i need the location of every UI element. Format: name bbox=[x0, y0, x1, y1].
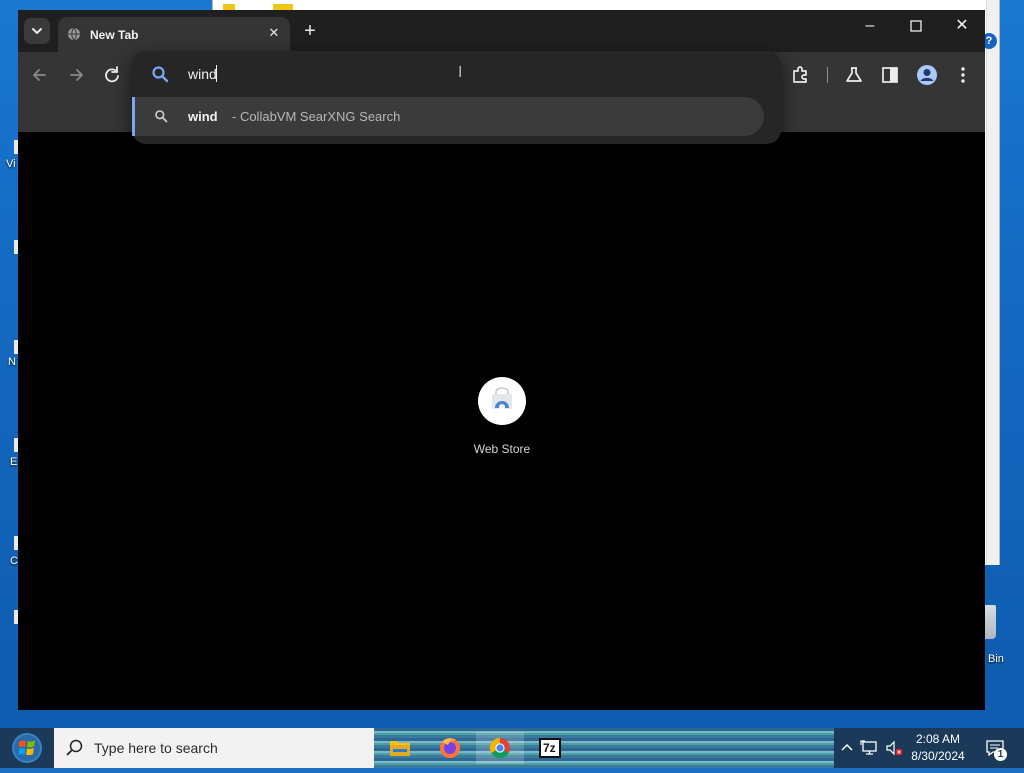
search-icon bbox=[66, 739, 83, 756]
puzzle-icon bbox=[793, 66, 807, 83]
arrow-right-icon bbox=[70, 69, 83, 81]
omnibox-suggestion[interactable]: wind - CollabVM SearXNG Search bbox=[132, 97, 764, 136]
web-store-icon bbox=[492, 387, 512, 410]
labs-button[interactable] bbox=[843, 64, 865, 86]
extensions-button[interactable] bbox=[790, 64, 812, 86]
reload-button[interactable] bbox=[101, 64, 123, 86]
selection-indicator bbox=[132, 97, 135, 136]
search-placeholder: Type here to search bbox=[94, 740, 218, 756]
tab-title: New Tab bbox=[90, 28, 139, 42]
back-button[interactable] bbox=[29, 64, 51, 86]
kebab-menu-icon bbox=[961, 67, 965, 83]
notification-count-badge: 1 bbox=[994, 748, 1007, 761]
recycle-bin-label: Bin bbox=[988, 653, 1004, 665]
shortcut-label: Web Store bbox=[473, 442, 531, 456]
desktop-icon-label: C bbox=[10, 555, 18, 567]
tab-new-tab[interactable]: New Tab ✕ bbox=[58, 17, 290, 52]
forward-button[interactable] bbox=[65, 64, 87, 86]
globe-icon bbox=[68, 27, 80, 41]
desktop-icon-label: E bbox=[10, 456, 18, 468]
search-icon bbox=[152, 66, 169, 83]
7zip-button[interactable]: 7z bbox=[526, 732, 574, 764]
folder-icon bbox=[390, 741, 410, 756]
address-bar-input[interactable] bbox=[188, 63, 588, 85]
search-icon bbox=[155, 110, 168, 123]
taskbar-apps: 7z bbox=[374, 728, 834, 768]
network-icon bbox=[860, 740, 877, 755]
tab-close-icon[interactable]: ✕ bbox=[266, 25, 282, 41]
show-hidden-icons-button[interactable] bbox=[838, 738, 856, 758]
chrome-button[interactable] bbox=[476, 732, 524, 764]
suggestion-engine: - CollabVM SearXNG Search bbox=[232, 109, 401, 124]
tab-search-button[interactable] bbox=[24, 18, 50, 44]
chevron-up-icon bbox=[841, 743, 853, 751]
taskbar: Type here to search 7z 1 2:08 AM 8/30/20… bbox=[0, 728, 1024, 768]
reload-icon bbox=[105, 66, 119, 83]
maximize-icon bbox=[910, 20, 922, 32]
i-beam-cursor-icon: I bbox=[458, 64, 463, 81]
arrow-left-icon bbox=[33, 69, 46, 81]
firefox-button[interactable] bbox=[426, 732, 474, 764]
profile-button[interactable] bbox=[916, 64, 938, 86]
7zip-label: 7z bbox=[543, 741, 556, 755]
new-tab-button[interactable]: + bbox=[300, 21, 320, 41]
side-panel-button[interactable] bbox=[879, 64, 901, 86]
shortcut-web-store[interactable] bbox=[478, 377, 526, 425]
side-panel-icon bbox=[882, 67, 898, 83]
chevron-down-icon bbox=[32, 28, 42, 34]
taskbar-search-box[interactable]: Type here to search bbox=[54, 728, 374, 768]
clock-time[interactable]: 2:08 AM bbox=[900, 732, 976, 746]
avatar-icon bbox=[917, 65, 937, 85]
firefox-icon bbox=[440, 738, 460, 758]
toolbar-separator bbox=[827, 67, 828, 83]
browser-window: New Tab ✕ + – ✕ Web Store wind I wind - … bbox=[18, 10, 985, 710]
file-explorer-button[interactable] bbox=[376, 732, 424, 764]
network-button[interactable] bbox=[860, 738, 880, 758]
start-button[interactable] bbox=[0, 728, 54, 768]
clock-date[interactable]: 8/30/2024 bbox=[900, 749, 976, 763]
action-center-button[interactable]: 1 bbox=[976, 736, 1008, 761]
minimize-button[interactable]: – bbox=[847, 10, 893, 42]
omnibox-popup: I wind - CollabVM SearXNG Search bbox=[132, 51, 781, 144]
suggestion-query: wind bbox=[188, 109, 218, 124]
close-window-button[interactable]: ✕ bbox=[939, 10, 985, 42]
windows-logo-icon bbox=[12, 733, 42, 763]
desktop-icon-label: N bbox=[8, 356, 16, 368]
flask-icon bbox=[846, 67, 862, 82]
background-window-scrollbar[interactable] bbox=[986, 0, 999, 565]
chrome-icon bbox=[489, 737, 510, 759]
desktop-icon-label: Vi bbox=[6, 158, 16, 170]
tab-strip: New Tab ✕ + – ✕ bbox=[18, 10, 985, 52]
menu-button[interactable] bbox=[952, 64, 974, 86]
maximize-button[interactable] bbox=[893, 10, 939, 42]
text-caret bbox=[216, 65, 217, 82]
